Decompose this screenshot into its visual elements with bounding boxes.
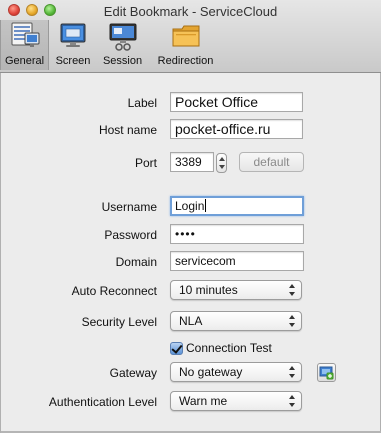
security-level-label: Security Level [81, 315, 157, 329]
auth-level-row: Authentication Level Warn me [1, 391, 381, 413]
hostname-row: Host name pocket-office.ru [1, 119, 381, 141]
screen-icon [60, 23, 86, 47]
folder-icon [172, 25, 199, 47]
auth-level-label: Authentication Level [48, 395, 157, 409]
auth-level-select[interactable]: Warn me [170, 391, 302, 411]
tab-redirection[interactable]: Redirection [148, 20, 223, 70]
tab-redirection-label: Redirection [157, 55, 214, 67]
select-arrows-icon [289, 395, 296, 407]
gateway-edit-button[interactable] [317, 363, 336, 382]
general-pane: Label Pocket Office Host name pocket-off… [0, 73, 381, 433]
select-arrows-icon [289, 284, 296, 296]
window-title: Edit Bookmark - ServiceCloud [103, 4, 278, 19]
domain-row: Domain servicecom [1, 251, 381, 273]
password-field-label: Password [104, 228, 157, 242]
username-field-label: Username [101, 200, 157, 214]
tab-general[interactable]: General [0, 20, 49, 70]
auto-reconnect-row: Auto Reconnect 10 minutes [1, 280, 381, 302]
select-arrows-icon [289, 315, 296, 327]
select-arrows-icon [289, 366, 296, 378]
hostname-input[interactable]: pocket-office.ru [170, 119, 303, 139]
gateway-label: Gateway [109, 366, 157, 380]
security-level-value: NLA [179, 314, 203, 328]
label-field-label: Label [127, 96, 157, 110]
gateway-select[interactable]: No gateway [170, 362, 302, 382]
domain-field-label: Domain [115, 255, 157, 269]
password-row: Password •••• [1, 224, 381, 246]
text-caret [205, 199, 207, 212]
password-input[interactable]: •••• [170, 224, 304, 244]
toolbar-tabs: General Screen Session Redirection [0, 20, 223, 70]
security-level-select[interactable]: NLA [170, 311, 302, 331]
label-input[interactable]: Pocket Office [170, 92, 303, 112]
connection-test-checkbox[interactable] [170, 342, 183, 355]
session-icon [109, 23, 136, 51]
gateway-value: No gateway [179, 365, 243, 379]
connection-test-label[interactable]: Connection Test [186, 341, 272, 355]
monitor-settings-icon [11, 22, 39, 47]
gateway-edit-icon [319, 366, 334, 380]
security-level-row: Security Level NLA [1, 311, 381, 333]
port-input[interactable]: 3389 [170, 152, 214, 172]
username-value: Login [175, 199, 205, 213]
auth-level-value: Warn me [179, 394, 228, 408]
hostname-field-label: Host name [98, 123, 157, 137]
username-input[interactable]: Login [170, 196, 304, 216]
tab-session[interactable]: Session [97, 20, 148, 70]
domain-input[interactable]: servicecom [170, 251, 304, 271]
label-row: Label Pocket Office [1, 92, 381, 114]
port-row: Port 3389 [1, 152, 381, 174]
tab-session-label: Session [102, 55, 143, 67]
tab-screen-label: Screen [55, 55, 91, 67]
edit-bookmark-window: Edit Bookmark - ServiceCloud General Scr… [0, 0, 381, 433]
auto-reconnect-select[interactable]: 10 minutes [170, 280, 302, 300]
port-field-label: Port [134, 156, 157, 170]
auto-reconnect-label: Auto Reconnect [71, 284, 157, 298]
auto-reconnect-value: 10 minutes [179, 283, 238, 297]
port-default-button[interactable]: default [239, 152, 304, 172]
tab-general-label: General [4, 55, 45, 67]
port-stepper[interactable] [216, 153, 227, 173]
tab-screen[interactable]: Screen [49, 20, 97, 70]
title-toolbar: Edit Bookmark - ServiceCloud General Scr… [0, 0, 381, 73]
username-row: Username Login [1, 196, 381, 218]
